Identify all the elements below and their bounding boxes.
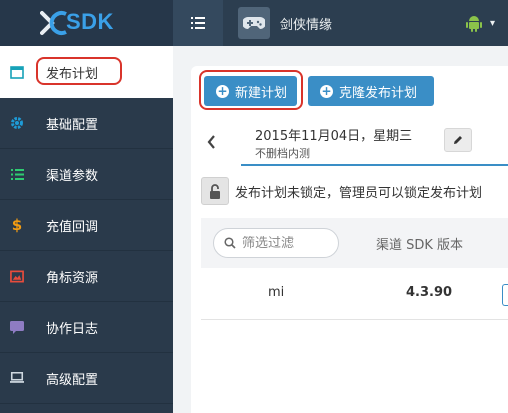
sidebar: 发布计划 基础配置 渠道参数 $ 充值回调 角标资源 协作日志 高级配置 xyxy=(0,46,173,413)
previous-date-button[interactable] xyxy=(201,132,221,152)
clone-plan-button[interactable]: + 克隆发布计划 xyxy=(308,76,434,106)
sidebar-item-badge-resources[interactable]: 角标资源 xyxy=(0,251,173,302)
search-icon xyxy=(224,237,236,249)
lock-status: 发布计划未锁定，管理员可以锁定发布计划 xyxy=(201,176,482,206)
sidebar-item-label: 高级配置 xyxy=(46,372,99,388)
laptop-icon xyxy=(10,371,24,385)
gamepad-icon xyxy=(243,17,265,29)
list-icon xyxy=(10,167,24,181)
plan-date: 2015年11月04日，星期三 xyxy=(255,129,413,144)
menu-toggle-button[interactable] xyxy=(173,0,223,46)
sidebar-item-basic-config[interactable]: 基础配置 xyxy=(0,98,173,149)
unlock-icon xyxy=(210,183,220,199)
app-icon xyxy=(238,7,270,39)
date-navigator: 2015年11月04日，星期三 不删档内测 xyxy=(191,118,508,166)
column-header-sdk-version: 渠道 SDK 版本 xyxy=(376,238,464,253)
filter-field[interactable] xyxy=(213,228,339,258)
main-content: + 新建计划 + 克隆发布计划 2015年11月04日，星期三 不删档内测 发布… xyxy=(173,46,508,413)
logo[interactable]: SDK xyxy=(0,0,173,46)
sidebar-item-label: 角标资源 xyxy=(46,270,99,286)
sidebar-item-release-plan[interactable]: 发布计划 xyxy=(0,46,173,98)
sidebar-item-label: 渠道参数 xyxy=(46,168,99,184)
platform-dropdown[interactable]: ▾ xyxy=(466,11,508,35)
plus-circle-icon: + xyxy=(320,83,333,98)
channel-name: mi xyxy=(268,285,285,300)
lock-message: 发布计划未锁定，管理员可以锁定发布计划 xyxy=(235,185,483,201)
logo-text: SDK xyxy=(66,9,114,34)
highlight-ring xyxy=(199,70,303,110)
sidebar-item-label: 基础配置 xyxy=(46,117,99,133)
comment-icon xyxy=(10,320,24,334)
image-icon xyxy=(10,269,24,283)
edit-plan-button[interactable] xyxy=(444,128,472,152)
calendar-icon xyxy=(10,65,24,79)
date-tab[interactable]: 2015年11月04日，星期三 不删档内测 xyxy=(241,118,508,166)
plan-note: 不删档内测 xyxy=(255,147,310,160)
row-action-button[interactable] xyxy=(502,284,508,306)
android-icon xyxy=(466,16,482,32)
sidebar-item-label: 充值回调 xyxy=(46,219,99,235)
sidebar-item-advanced-config[interactable]: 高级配置 xyxy=(0,353,173,404)
sdk-version: 4.3.90 xyxy=(406,285,453,300)
pencil-icon xyxy=(454,136,462,144)
list-icon xyxy=(191,17,205,29)
chevron-left-icon xyxy=(207,135,215,149)
sidebar-item-channel-params[interactable]: 渠道参数 xyxy=(0,149,173,200)
filter-input[interactable] xyxy=(242,235,328,251)
app-switcher[interactable]: 剑侠情缘 xyxy=(238,7,332,39)
sidebar-item-collab-log[interactable]: 协作日志 xyxy=(0,302,173,353)
chevron-down-icon: ▾ xyxy=(490,17,496,29)
gear-icon xyxy=(10,116,24,130)
sidebar-item-recharge-callback[interactable]: $ 充值回调 xyxy=(0,200,173,251)
table-header: 渠道 SDK 版本 xyxy=(201,218,508,268)
dollar-icon: $ xyxy=(11,216,23,234)
sidebar-item-label: 协作日志 xyxy=(46,321,99,337)
top-bar: SDK 剑侠情缘 ▾ xyxy=(0,0,508,46)
highlight-ring xyxy=(36,57,122,85)
table-row[interactable]: mi 4.3.90 xyxy=(201,268,508,320)
clone-plan-label: 克隆发布计划 xyxy=(339,85,418,101)
release-plan-panel: + 新建计划 + 克隆发布计划 2015年11月04日，星期三 不删档内测 发布… xyxy=(191,66,508,413)
lock-button[interactable] xyxy=(201,177,229,205)
app-name: 剑侠情缘 xyxy=(280,17,333,33)
